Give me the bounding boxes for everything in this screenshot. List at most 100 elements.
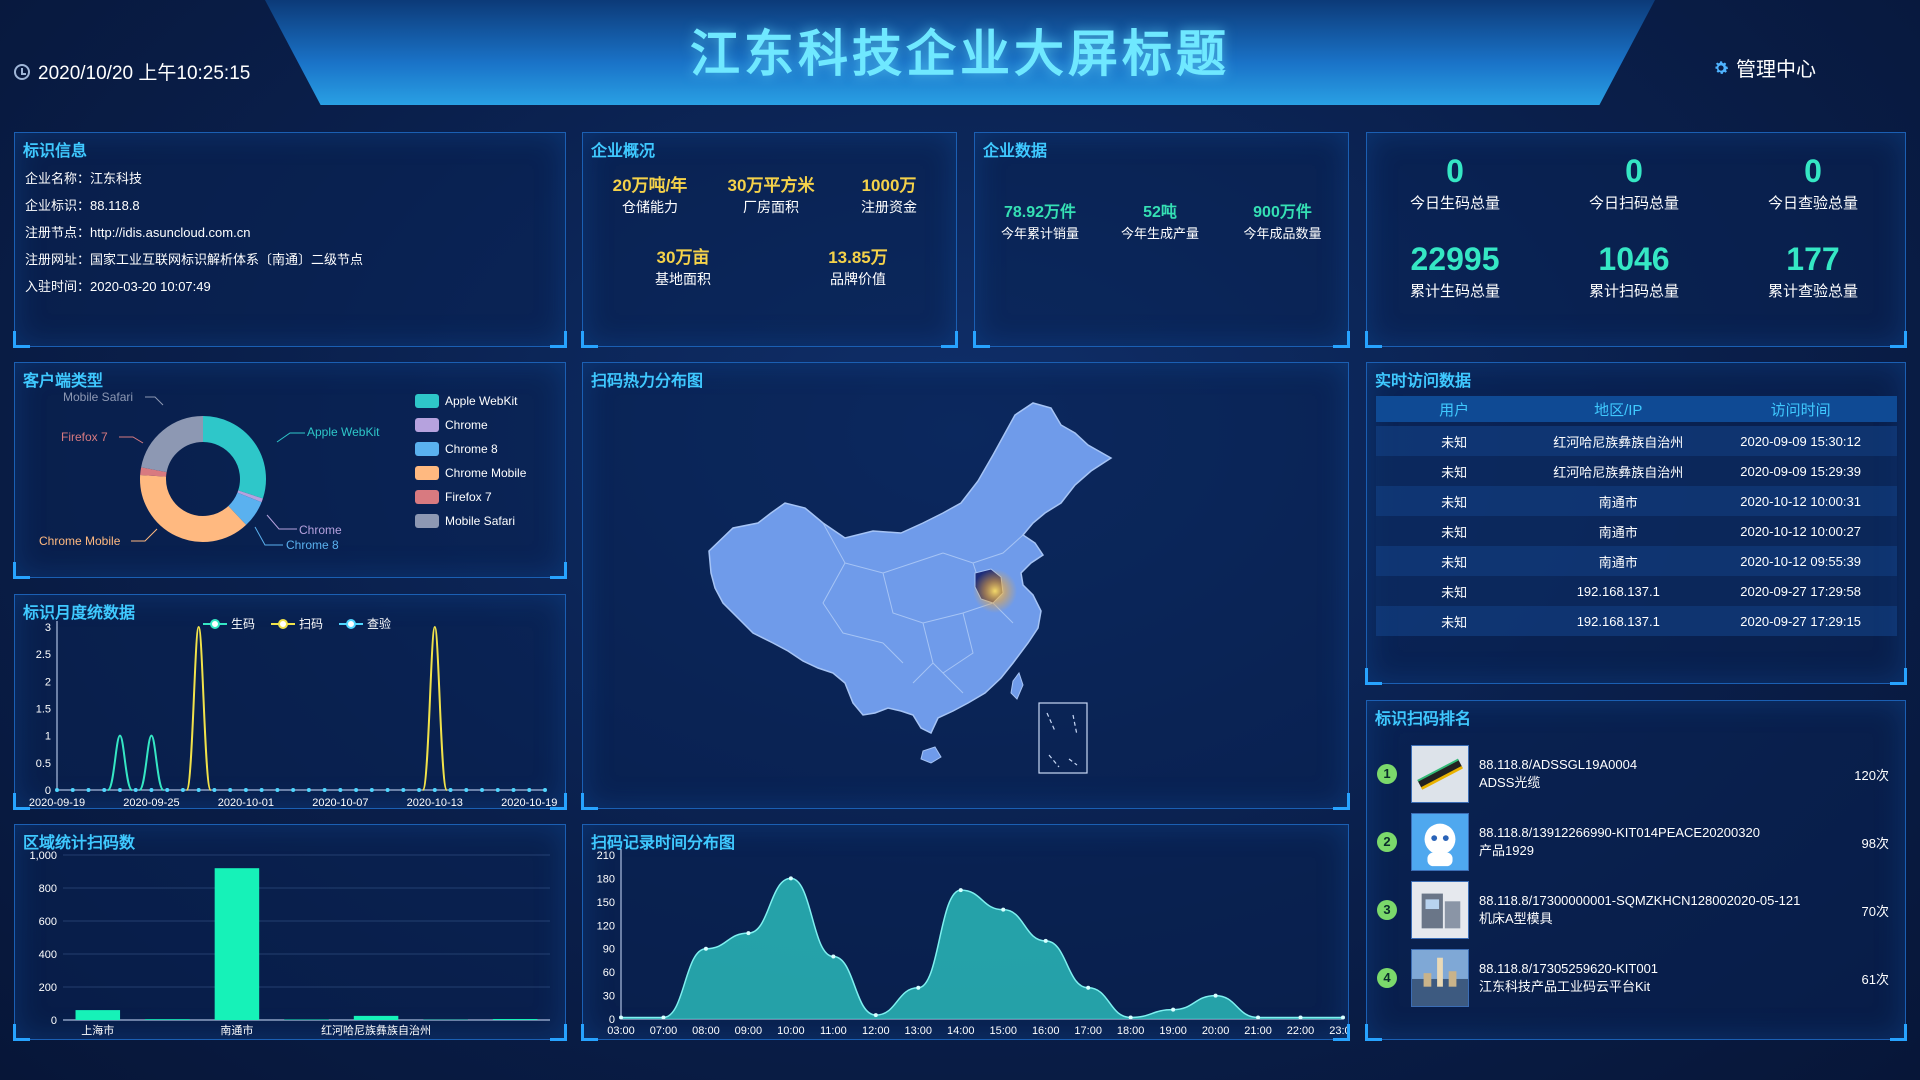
data-point [369,788,374,792]
x-tick-label: 23:00 [1329,1025,1350,1037]
rank-text: 88.118.8/ADSSGL19A0004 ADSS光缆 [1479,757,1638,790]
y-tick-label: 1 [45,731,51,743]
data-point [149,788,154,792]
legend-item-firefox-7[interactable]: Firefox 7 [415,485,526,509]
region-bar-chart: 0 200 400 600 800 1,000 上海市 南通市 红河哈尼族彝族自治州 [29,850,550,1037]
south-sea-inset [1038,702,1088,774]
donut-slice-chrome [237,490,263,503]
data-point [212,788,217,792]
x-tick-label: 17:00 [1074,1025,1102,1037]
rank-text: 88.118.8/17305259620-KIT001 江东科技产品工业码云平台K… [1479,961,1659,994]
donut-label-firefox: Firefox 7 [61,430,108,444]
legend-item-mobile-safari[interactable]: Mobile Safari [415,509,526,533]
data-point [1001,907,1006,912]
line-peak-扫码 [421,625,448,791]
china-map[interactable] [583,363,1350,810]
identity-panel: 标识信息 企业名称：江东科技 企业标识：88.118.8 注册节点：http:/… [13,132,567,348]
donut-label-chrome-8: Chrome 8 [286,538,339,552]
x-tick-label: 2020-10-07 [312,797,368,809]
overview-item-brand-value: 13.85万 品牌价值 [828,248,888,287]
bar [214,868,260,1020]
data-point [1128,1015,1133,1020]
admin-center-link[interactable]: 管理中心 [1712,53,1816,82]
data-point [385,788,390,792]
client-type-legend: Apple WebKit Chrome Chrome 8 Chrome Mobi… [415,389,526,533]
data-point [401,788,406,792]
list-item[interactable]: 1 88.118.8/ADSSGL19A0004 ADSS光缆 120次 [1377,743,1897,805]
data-point [354,788,359,792]
data-point [117,788,122,792]
monthly-panel: 标识月度统数据 生码 扫码 查验 0 0.5 1 1.5 2 2.5 3 2020-09-19… [13,594,567,810]
data-point [133,788,138,792]
info-row-company: 企业名称：江东科技 [25,171,143,186]
data-point [228,788,233,792]
rank-count: 120次 [1854,767,1889,783]
taiwan-shape [1010,671,1024,700]
table-row[interactable]: 未知 南通市 2020-10-12 10:00:27 [1376,516,1897,546]
x-tick-label: 16:00 [1032,1025,1060,1037]
stat-total-scan: 1046 累计扫码总量 [1588,241,1679,300]
legend-item-chrome-8[interactable]: Chrome 8 [415,437,526,461]
table-row[interactable]: 未知 192.168.137.1 2020-09-27 17:29:15 [1376,606,1897,636]
y-tick-label: 200 [39,982,57,994]
legend-item-chrome[interactable]: Chrome [415,413,526,437]
visits-panel-title: 实时访问数据 [1375,373,1472,390]
data-point [196,788,201,792]
donut-leader-chrome-mobile [131,528,158,542]
list-item[interactable]: 2 88.118.8/13912266990-KIT014PEACE202003… [1377,811,1897,873]
donut-label-apple-webkit: Apple WebKit [307,425,380,439]
header: 江东科技企业大屏标题 2020/10/20 上午10:25:15 管理中心 [0,0,1920,110]
data-point [417,788,422,792]
x-tick-label: 03:00 [607,1025,635,1037]
data-point [619,1015,623,1020]
overview-panel-title: 企业概况 [591,143,656,160]
data-point [338,788,343,792]
company-data-finished: 900万件 今年成品数量 [1243,204,1322,241]
info-row-node: 注册节点：http://idis.asuncloud.com.cn [25,225,251,240]
list-item[interactable]: 4 88.118.8/17305259620-KIT001 江东科技产品工业码云平… [1377,947,1897,1009]
list-item[interactable]: 3 88.118.8/17300000001-SQMZKHCN128002020… [1377,879,1897,941]
donut-slice-apple-webkit [202,416,266,499]
heatmap-panel: 扫码热力分布图 [581,362,1350,810]
visits-table[interactable]: 用户 地区/IP 访问时间 未知 红河哈尼族彝族自治州 2020-09-09 15:… [1376,396,1897,674]
data-point [464,788,469,792]
hainan-shape [920,746,942,764]
identity-list: 企业名称：江东科技 企业标识：88.118.8 注册节点：http://idis… [25,165,363,300]
y-tick-label: 1.5 [36,704,51,716]
donut-leader-apple-webkit [276,432,305,443]
table-row[interactable]: 未知 192.168.137.1 2020-09-27 17:29:58 [1376,576,1897,606]
table-row[interactable]: 未知 南通市 2020-10-12 09:55:39 [1376,546,1897,576]
data-point [958,888,963,893]
bar [492,1019,538,1020]
ranking-panel-title: 标识扫码排名 [1375,711,1472,728]
data-point [527,788,532,792]
y-tick-label: 60 [603,967,615,979]
client-type-donut-chart: Mobile Safari Apple WebKit Firefox 7 Chr… [39,390,380,552]
bar [353,1015,399,1020]
x-tick-label: 22:00 [1287,1025,1315,1037]
y-tick-label: 90 [603,944,615,956]
x-tick-label: 12:00 [862,1025,890,1037]
datetime-text: 2020/10/20 上午10:25:15 [38,63,251,84]
data-point [180,788,185,792]
donut-slice-chrome-mobile [140,475,247,542]
info-row-identifier: 企业标识：88.118.8 [25,198,140,213]
y-tick-label: 0.5 [36,758,51,770]
y-tick-label: 180 [597,873,615,885]
table-row[interactable]: 未知 红河哈尼族彝族自治州 2020-09-09 15:30:12 [1376,426,1897,456]
visits-table-header: 用户 地区/IP 访问时间 [1376,396,1897,422]
x-tick-label: 南通市 [220,1023,253,1037]
rank-badge: 3 [1377,900,1397,920]
table-row[interactable]: 未知 南通市 2020-10-12 10:00:31 [1376,486,1897,516]
legend-item-chrome-mobile[interactable]: Chrome Mobile [415,461,526,485]
data-point [788,876,793,881]
table-row[interactable]: 未知 红河哈尼族彝族自治州 2020-09-09 15:29:39 [1376,456,1897,486]
donut-label-chrome-mobile: Chrome Mobile [39,534,121,548]
legend-item-apple-webkit[interactable]: Apple WebKit [415,389,526,413]
y-tick-label: 150 [597,897,615,909]
heat-spot-nantong[interactable] [973,569,1017,613]
donut-slice-firefox-7 [140,467,167,477]
info-row-join-time: 入驻时间：2020-03-20 10:07:49 [25,279,211,294]
overview-item-plant-area: 30万平方米 厂房面积 [727,176,815,215]
x-tick-label: 20:00 [1202,1025,1230,1037]
